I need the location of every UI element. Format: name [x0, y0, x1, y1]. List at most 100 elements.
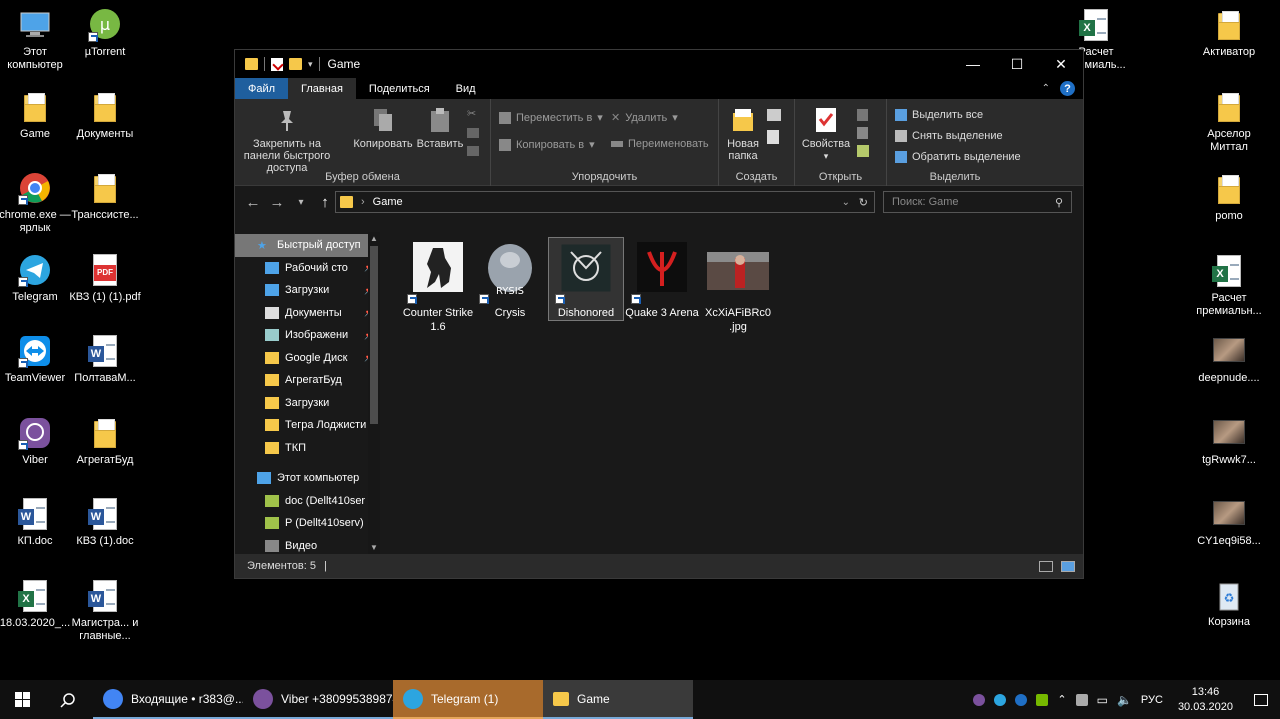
nav-item[interactable]: Загрузки	[235, 392, 380, 415]
desktop-item[interactable]: pomo	[1191, 172, 1267, 223]
notifications-icon[interactable]	[1254, 693, 1268, 706]
desktop-item[interactable]: Этот компьютер	[0, 8, 73, 72]
desktop-item[interactable]: ♻ Корзина	[1191, 578, 1267, 629]
new-folder-button[interactable]: Новая папка	[723, 107, 763, 162]
close-button[interactable]: ✕	[1039, 50, 1083, 78]
copy-to-button[interactable]: Копировать в ▾	[499, 138, 595, 151]
tab-view[interactable]: Вид	[443, 78, 489, 99]
copy-path-icon[interactable]	[467, 128, 479, 138]
show-hidden-icon[interactable]: ⌃	[1057, 693, 1066, 706]
select-none-button[interactable]: Снять выделение	[895, 130, 1003, 142]
rename-button[interactable]: Переименовать	[611, 138, 709, 150]
desktop-item[interactable]: Game	[0, 90, 73, 141]
desktop-item[interactable]: TeamViewer	[0, 334, 73, 385]
desktop-item[interactable]: Viber	[0, 416, 73, 467]
search-input[interactable]: Поиск: Game ⚲	[883, 191, 1072, 213]
delete-button[interactable]: ✕ Удалить ▾	[611, 111, 678, 125]
address-dropdown-icon[interactable]: ⌄	[842, 197, 850, 208]
desktop-item[interactable]: CY1eq9i58...	[1191, 497, 1267, 548]
pin-quick-access-button[interactable]: Закрепить на панели быстрого доступа	[241, 107, 333, 174]
bluetooth-icon[interactable]	[1015, 693, 1028, 706]
nvidia-icon[interactable]	[1036, 693, 1049, 706]
desktop-item[interactable]: chrome.exe — ярлык	[0, 171, 73, 235]
paste-shortcut-icon[interactable]	[467, 146, 479, 156]
desktop-item[interactable]: W КВЗ (1).doc	[67, 497, 143, 548]
nav-item[interactable]: ★ Быстрый доступ	[235, 234, 380, 257]
scroll-down-icon[interactable]: ▼	[370, 543, 378, 552]
start-button[interactable]	[0, 680, 45, 719]
file-item[interactable]: Counter Strike 1.6	[401, 238, 475, 334]
desktop-item[interactable]: Транссисте...	[67, 171, 143, 222]
paste-button[interactable]: Вставить	[415, 107, 465, 150]
easy-access-icon[interactable]	[767, 130, 779, 144]
copy-button[interactable]: Копировать	[351, 107, 415, 150]
nav-item[interactable]: Загрузки📌	[235, 279, 380, 302]
open-icon[interactable]	[857, 109, 868, 121]
invert-selection-button[interactable]: Обратить выделение	[895, 151, 1021, 163]
qat-dropdown-icon[interactable]: ▾	[308, 59, 313, 70]
forward-arrow-icon[interactable]: →	[265, 194, 289, 211]
nav-item[interactable]: Документы📌	[235, 302, 380, 325]
new-folder-icon[interactable]	[289, 58, 302, 70]
edit-icon[interactable]	[857, 127, 868, 139]
file-item[interactable]: Dishonored	[548, 237, 624, 321]
tab-share[interactable]: Поделиться	[356, 78, 443, 99]
nav-item[interactable]: Google Диск📌	[235, 347, 380, 370]
file-item[interactable]: Quake 3 Arena	[625, 238, 699, 320]
nav-item[interactable]: Изображени📌	[235, 324, 380, 347]
maximize-button[interactable]: ☐	[995, 50, 1039, 78]
nav-item[interactable]: Этот компьютер	[235, 467, 380, 490]
tab-home[interactable]: Главная	[288, 78, 356, 99]
up-arrow-icon[interactable]: ↑	[313, 194, 337, 211]
back-arrow-icon[interactable]: ←	[241, 194, 265, 211]
nav-item[interactable]: Видео	[235, 535, 380, 555]
tab-file[interactable]: Файл	[235, 78, 289, 99]
nav-item[interactable]: АгрегатБуд	[235, 369, 380, 392]
history-icon[interactable]	[857, 145, 869, 157]
select-all-button[interactable]: Выделить все	[895, 109, 983, 121]
refresh-icon[interactable]: ↻	[859, 196, 868, 209]
properties-icon[interactable]	[271, 57, 283, 71]
nav-item[interactable]: ТКП	[235, 437, 380, 460]
minimize-button[interactable]: —	[951, 50, 995, 78]
scroll-up-icon[interactable]: ▲	[370, 234, 378, 243]
desktop-item[interactable]: Активатор	[1191, 8, 1267, 59]
cut-icon[interactable]: ✂	[467, 107, 479, 120]
recent-dropdown-icon[interactable]: ▾	[289, 197, 313, 208]
desktop-item[interactable]: deepnude....	[1191, 334, 1267, 385]
desktop-item[interactable]: tgRwwk7...	[1191, 416, 1267, 467]
taskbar-app[interactable]: Входящие • r383@...	[93, 680, 243, 719]
desktop-item[interactable]: Арселор Миттал	[1191, 90, 1267, 154]
volume-icon[interactable]: 🔈	[1117, 693, 1132, 707]
desktop-item[interactable]: АгрегатБуд	[67, 416, 143, 467]
taskbar-app[interactable]: Viber +380995389874	[243, 680, 393, 719]
desktop-item[interactable]: X 18.03.2020_...	[0, 579, 73, 630]
desktop-item[interactable]: Telegram	[0, 253, 73, 304]
nav-item[interactable]: P (Dellt410serv)	[235, 512, 380, 535]
desktop-item[interactable]: W КП.doc	[0, 497, 73, 548]
taskbar-app[interactable]: Telegram (1)	[393, 680, 543, 719]
large-icons-view-icon[interactable]	[1061, 560, 1075, 572]
taskbar-app[interactable]: Game	[543, 680, 693, 719]
nav-item[interactable]: Рабочий сто📌	[235, 257, 380, 280]
collapse-ribbon-icon[interactable]: ⌃	[1042, 83, 1050, 94]
desktop-item[interactable]: µ µTorrent	[67, 8, 143, 59]
desktop-item[interactable]: PDF КВЗ (1) (1).pdf	[67, 253, 143, 304]
desktop-item[interactable]: W ПолтаваМ...	[67, 334, 143, 385]
nav-item[interactable]: Тегра Лоджисти	[235, 414, 380, 437]
desktop-item[interactable]: W Магистра... и главные...	[67, 579, 143, 643]
language-indicator[interactable]: РУС	[1141, 694, 1163, 706]
battery-icon[interactable]	[1075, 693, 1088, 706]
title-bar[interactable]: ▾ Game — ☐ ✕	[235, 50, 1083, 78]
explorer-window[interactable]: ▾ Game — ☐ ✕ Файл Главная Поделиться Вид…	[234, 49, 1084, 579]
address-bar[interactable]: › Game ⌄ ↻	[335, 191, 875, 213]
help-icon[interactable]: ?	[1060, 81, 1075, 96]
new-item-icon[interactable]	[767, 109, 781, 121]
nav-item[interactable]: doc (Dellt410ser	[235, 490, 380, 513]
desktop-item[interactable]: X Расчет премиальн...	[1191, 254, 1267, 318]
telegram-tray-icon[interactable]	[994, 693, 1007, 706]
viber-tray-icon[interactable]	[973, 693, 986, 706]
scroll-thumb[interactable]	[370, 246, 378, 424]
details-view-icon[interactable]	[1039, 560, 1053, 572]
file-item[interactable]: XcXiAFiBRc0 .jpg	[701, 238, 775, 334]
